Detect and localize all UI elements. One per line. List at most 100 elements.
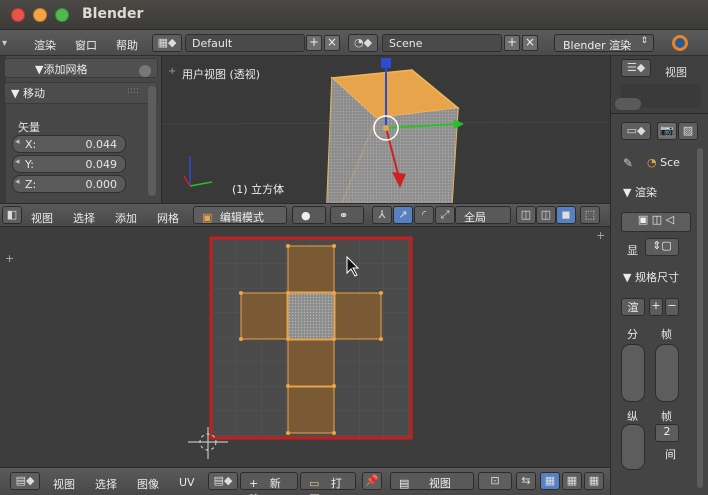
- tool-shelf: ▼添加网格 ▼ 移动 :::: 矢量 ◂ X: 0.044 ◂ Y: 0.049…: [0, 56, 162, 203]
- shading-sphere-icon: ●: [301, 209, 311, 222]
- add-layout-button[interactable]: +: [306, 35, 322, 51]
- mode-dropdown[interactable]: ▣ 编辑模式: [193, 206, 287, 224]
- scene-field[interactable]: Scene: [382, 34, 502, 52]
- uv-view-mode-dropdown[interactable]: ▤ 视图: [390, 472, 474, 490]
- uv-menu-view[interactable]: 视图: [53, 476, 75, 492]
- manipulator-toggle-icon[interactable]: ⅄: [372, 206, 392, 224]
- uv-menu-uv[interactable]: UV: [179, 476, 195, 489]
- orientation-label: 全局: [464, 211, 486, 224]
- pivot-dropdown[interactable]: ⚭: [330, 206, 364, 224]
- menu-add[interactable]: 添加: [115, 210, 137, 226]
- close-window-button[interactable]: [11, 8, 25, 22]
- tool-tabs[interactable]: [0, 56, 6, 203]
- layout-icon[interactable]: ▦◆: [152, 34, 182, 52]
- uv-edge-select-icon[interactable]: ▦: [562, 472, 582, 490]
- new-image-button[interactable]: + 新建: [240, 472, 298, 495]
- image-browse-icon[interactable]: ▤◆: [208, 472, 238, 490]
- frame-rate-label: 帧: [661, 410, 672, 423]
- outliner-type-icon[interactable]: ☰◆: [621, 59, 651, 77]
- pin-icon[interactable]: 📌: [362, 472, 382, 490]
- layout-field[interactable]: Default: [185, 34, 305, 52]
- sync-selection-icon[interactable]: ⇆: [516, 472, 536, 490]
- properties-scrollbar[interactable]: [697, 148, 703, 488]
- display-dropdown[interactable]: ⇕▢: [645, 238, 679, 256]
- pin-icon[interactable]: ✎: [623, 156, 633, 170]
- uv-vertex-select-icon[interactable]: ▦: [540, 472, 560, 490]
- vector-y-field[interactable]: ◂ Y: 0.049: [12, 155, 126, 173]
- open-image-button[interactable]: ▭ 打开: [300, 472, 356, 495]
- remove-scene-button[interactable]: ×: [522, 35, 538, 51]
- render-engine-dropdown[interactable]: Blender 渲染 ⇕: [554, 34, 654, 52]
- vector-x-label: X:: [25, 138, 37, 151]
- image-view-icon: ▤: [399, 477, 410, 490]
- resolution-label: 分: [627, 328, 638, 341]
- editor-type-icon[interactable]: ◧: [2, 206, 22, 224]
- menu-window[interactable]: 窗口: [75, 37, 97, 53]
- face-select-icon[interactable]: ◼: [556, 206, 576, 224]
- render-section-header[interactable]: ▼ 渲染: [623, 184, 657, 200]
- uv-tools-plus-icon[interactable]: +: [5, 252, 14, 265]
- vector-z-value: 0.000: [85, 178, 118, 191]
- uv-face-select-icon[interactable]: ▦: [584, 472, 604, 490]
- render-layers-tab-icon[interactable]: ▨: [678, 122, 698, 140]
- title-bar: Blender: [0, 0, 708, 30]
- render-presets-dropdown[interactable]: 渲: [621, 298, 645, 316]
- scale-manipulator-icon[interactable]: ⤢: [435, 206, 455, 224]
- frame-range-stepper[interactable]: [655, 344, 679, 402]
- remove-layout-button[interactable]: ×: [324, 35, 340, 51]
- menu-render[interactable]: 渲染: [34, 37, 56, 53]
- panel-drag-icon[interactable]: [139, 65, 151, 77]
- orientation-dropdown[interactable]: 全局: [455, 206, 511, 224]
- dimensions-section-header[interactable]: ▼ 规格尺寸: [623, 269, 679, 285]
- minimize-window-button[interactable]: [33, 8, 47, 22]
- vector-x-field[interactable]: ◂ X: 0.044: [12, 135, 126, 153]
- outliner-view-menu[interactable]: 视图: [665, 64, 687, 80]
- interval-label: 间: [665, 448, 676, 461]
- editor-type-icon[interactable]: ▤◆: [10, 472, 40, 490]
- translate-manipulator-icon[interactable]: ↗: [393, 206, 413, 224]
- vector-y-value: 0.049: [85, 158, 118, 171]
- add-preset-button[interactable]: +: [649, 298, 663, 316]
- menu-select[interactable]: 选择: [73, 210, 95, 226]
- render-tab-icon[interactable]: 📷: [657, 122, 677, 140]
- render-image-button[interactable]: ▣ ◫ ◁: [621, 212, 691, 232]
- arrow-left-icon: ◂: [15, 157, 20, 167]
- menu-view[interactable]: 视图: [31, 210, 53, 226]
- edge-select-icon[interactable]: ◫: [536, 206, 556, 224]
- vector-z-field[interactable]: ◂ Z: 0.000: [12, 175, 126, 193]
- panel-add-mesh[interactable]: ▼添加网格: [4, 58, 158, 78]
- scene-breadcrumb-label: Sce: [660, 156, 680, 169]
- header-collapse-icon[interactable]: ▾: [2, 38, 7, 49]
- remove-preset-button[interactable]: −: [665, 298, 679, 316]
- uv-view-mode-label: 视图: [428, 477, 451, 490]
- resolution-stepper[interactable]: [621, 344, 645, 402]
- maximize-window-button[interactable]: [55, 8, 69, 22]
- limit-selection-icon[interactable]: ⬚: [580, 206, 600, 224]
- scene-icon[interactable]: ◔◆: [348, 34, 378, 52]
- add-scene-button[interactable]: +: [504, 35, 520, 51]
- properties-type-icon[interactable]: ▭◆: [621, 122, 651, 140]
- pivot-point-icon[interactable]: ⊡: [478, 472, 512, 490]
- panel-grip-icon: ::::: [126, 86, 139, 96]
- tool-shelf-scrollbar[interactable]: [148, 86, 156, 196]
- aspect-stepper[interactable]: [621, 424, 645, 470]
- folder-icon: ▭: [309, 477, 320, 490]
- frame-step-field[interactable]: 2: [655, 424, 679, 442]
- uv-properties-plus-icon[interactable]: +: [596, 229, 605, 242]
- shading-dropdown[interactable]: ●: [292, 206, 326, 224]
- outliner-scroll[interactable]: [615, 98, 641, 110]
- uv-menu-select[interactable]: 选择: [95, 476, 117, 492]
- scene-breadcrumb[interactable]: ◔ Sce: [647, 156, 680, 169]
- frame-step-value: 2: [663, 425, 671, 438]
- menu-mesh[interactable]: 网格: [157, 210, 179, 226]
- uv-grid: [188, 236, 413, 459]
- panel-add-mesh-label: ▼添加网格: [35, 63, 88, 76]
- rotate-manipulator-icon[interactable]: ◜: [414, 206, 434, 224]
- uv-menu-image[interactable]: 图像: [137, 476, 159, 492]
- outliner[interactable]: ☰◆ 视图: [610, 56, 708, 114]
- render-presets-label: 渲: [627, 301, 639, 314]
- panel-move[interactable]: ▼ 移动 ::::: [4, 82, 158, 104]
- menu-help[interactable]: 帮助: [116, 37, 138, 53]
- uv-editor[interactable]: + +: [0, 227, 610, 467]
- vertex-select-icon[interactable]: ◫: [516, 206, 536, 224]
